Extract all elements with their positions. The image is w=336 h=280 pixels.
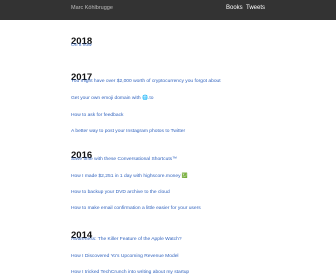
post-link[interactable]: How to make email confirmation a little … xyxy=(71,206,201,212)
nav-tweets-link[interactable]: Tweets xyxy=(246,5,265,12)
post-link[interactable]: Save time with these Conversational Shor… xyxy=(71,157,177,163)
site-name-link[interactable]: Marc Köhlbrugge xyxy=(71,5,113,12)
post-link[interactable]: How to ask for feedback xyxy=(71,113,123,119)
post-link[interactable]: On it now xyxy=(71,43,92,49)
post-link[interactable]: A better way to post your Instagram phot… xyxy=(71,129,185,135)
site-header: Marc Köhlbrugge Books Tweets xyxy=(0,0,336,20)
post-link[interactable]: How I made $2,251 in 1 day with highscor… xyxy=(71,174,188,180)
post-link[interactable]: How I Discovered Yo's Upcoming Revenue M… xyxy=(71,254,179,260)
post-link[interactable]: How I tricked TechCrunch into writing ab… xyxy=(71,270,189,276)
post-link[interactable]: Get your own emoji domain with 🌐.to xyxy=(71,96,153,102)
post-link[interactable]: You might have over $2,000 worth of cryp… xyxy=(71,79,221,85)
post-link[interactable]: How to backup your DVD archive to the cl… xyxy=(71,190,170,196)
post-link[interactable]: Awareness: The Killer Feature of the App… xyxy=(71,237,182,243)
nav-books-link[interactable]: Books xyxy=(226,5,243,12)
